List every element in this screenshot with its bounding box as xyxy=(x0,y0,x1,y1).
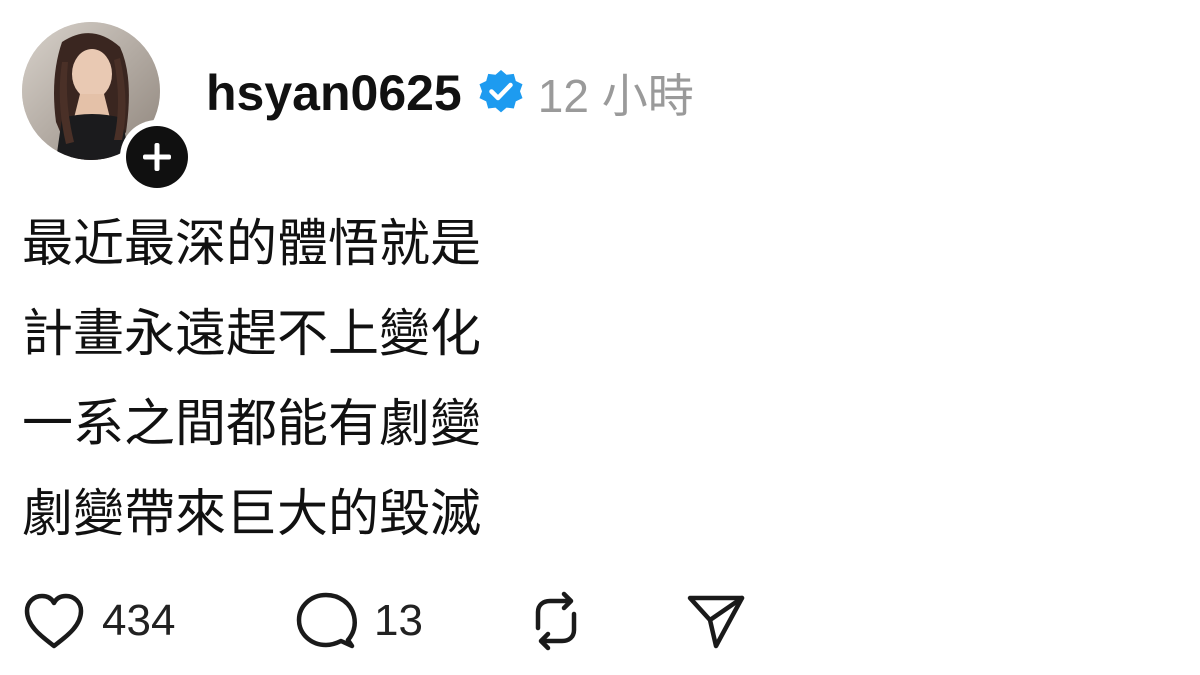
post-timestamp: 12 小時 xyxy=(537,70,694,122)
avatar-container[interactable] xyxy=(22,22,194,194)
repost-icon xyxy=(535,591,577,651)
action-bar: 434 13 xyxy=(22,586,748,656)
reply-count: 13 xyxy=(374,596,423,645)
speech-bubble-icon xyxy=(296,592,357,649)
post-text-line: 劇變帶來巨大的毀滅 xyxy=(22,485,482,544)
post-body: 最近最深的體悟就是 計畫永遠趕不上變化 一系之間都能有劇變 劇變帶來巨大的毀滅 xyxy=(22,200,922,560)
plus-icon xyxy=(143,143,171,171)
repost-button[interactable] xyxy=(524,590,684,652)
like-button[interactable]: 434 xyxy=(22,591,262,651)
username[interactable]: hsyan0625 xyxy=(206,64,462,122)
post-text-line: 最近最深的體悟就是 xyxy=(22,215,482,274)
post-text-line: 計畫永遠趕不上變化 xyxy=(22,305,482,364)
share-button[interactable] xyxy=(684,590,748,652)
follow-button[interactable] xyxy=(120,120,194,194)
verified-badge-icon xyxy=(479,70,523,113)
reply-button[interactable]: 13 xyxy=(294,590,524,652)
post-header: hsyan0625 12 小時 xyxy=(206,58,694,128)
paper-plane-icon xyxy=(687,595,745,649)
like-count: 434 xyxy=(102,596,176,645)
post-card: hsyan0625 12 小時 最近最深的體悟就是 計畫永遠趕不上變化 一系之間… xyxy=(0,0,1200,675)
heart-icon xyxy=(24,593,84,649)
post-text-line: 一系之間都能有劇變 xyxy=(22,395,482,454)
